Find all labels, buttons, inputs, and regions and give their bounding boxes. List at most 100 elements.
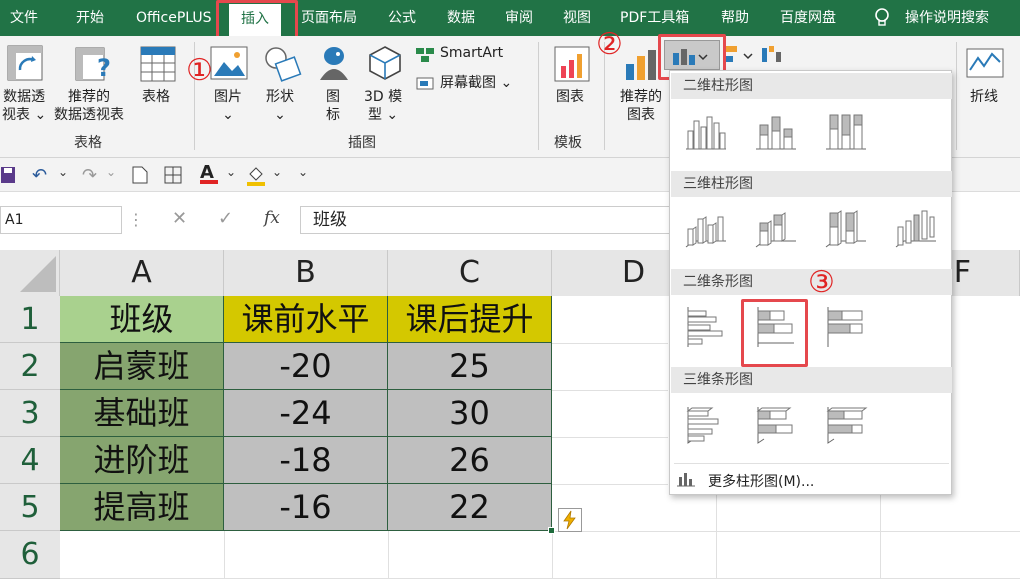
cell-a1[interactable]: 班级 — [60, 296, 224, 343]
tab-pdf-toolbox[interactable]: PDF工具箱 — [620, 0, 689, 36]
tab-page-layout[interactable]: 页面布局 — [301, 0, 357, 36]
chevron-down-icon[interactable]: ⌄ — [106, 165, 116, 179]
gridline — [552, 390, 668, 391]
select-all-corner[interactable] — [0, 250, 60, 296]
tab-review[interactable]: 审阅 — [505, 0, 533, 36]
cell-b5[interactable]: -16 — [224, 484, 388, 531]
3d-100-stacked-column-icon[interactable] — [824, 207, 868, 255]
cell-a3[interactable]: 基础班 — [60, 390, 224, 437]
row-header-2[interactable]: 2 — [0, 343, 60, 390]
tab-formulas[interactable]: 公式 — [388, 0, 416, 36]
more-column-charts-link[interactable]: 更多柱形图(M)... — [708, 471, 814, 491]
row-header-5[interactable]: 5 — [0, 484, 60, 531]
3d-clustered-column-icon[interactable] — [684, 207, 728, 255]
new-document-icon[interactable] — [132, 166, 148, 188]
screenshot-button[interactable]: 屏幕截图 ⌄ — [440, 74, 512, 92]
pictures-button[interactable]: 图片 ⌄ — [214, 88, 242, 124]
column-header-a[interactable]: A — [60, 250, 224, 296]
gridline — [716, 495, 717, 579]
undo-icon[interactable]: ↶ — [32, 165, 47, 186]
icons-button[interactable]: 图标 — [326, 88, 340, 124]
tab-view[interactable]: 视图 — [563, 0, 591, 36]
insert-function-icon[interactable]: fx — [264, 208, 280, 228]
cancel-icon[interactable]: ✕ — [172, 208, 187, 229]
enter-icon[interactable]: ✓ — [218, 208, 233, 229]
clustered-bar-icon[interactable] — [684, 305, 728, 353]
row-header-3[interactable]: 3 — [0, 390, 60, 437]
cell-a2[interactable]: 启蒙班 — [60, 343, 224, 390]
recommended-pivot-button[interactable]: 推荐的 数据透视表 — [54, 88, 124, 124]
tab-officeplus[interactable]: OfficePLUS — [136, 0, 212, 36]
cell-b1[interactable]: 课前水平 — [224, 296, 388, 343]
section-2d-column: 二维柱形图 — [671, 73, 952, 99]
quick-analysis-icon[interactable] — [558, 508, 582, 532]
fill-color-icon[interactable] — [246, 164, 266, 190]
chevron-down-icon[interactable]: ⌄ — [226, 165, 236, 179]
cell-c4[interactable]: 26 — [388, 437, 552, 484]
3d-stacked-bar-icon[interactable] — [754, 403, 798, 451]
more-charts-icon — [676, 471, 696, 491]
pivot-table-icon — [6, 44, 44, 86]
chart-template-button[interactable]: 图表 — [556, 88, 584, 106]
3d-100-stacked-bar-icon[interactable] — [824, 403, 868, 451]
name-box[interactable]: A1 — [0, 206, 122, 234]
gridline — [224, 531, 225, 579]
annotation-step-1: ① — [186, 53, 213, 88]
shapes-button[interactable]: 形状 ⌄ — [266, 88, 294, 124]
cell-c1[interactable]: 课后提升 — [388, 296, 552, 343]
cell-c2[interactable]: 25 — [388, 343, 552, 390]
tab-help[interactable]: 帮助 — [721, 0, 749, 36]
3d-stacked-column-icon[interactable] — [754, 207, 798, 255]
bar-chart-icon[interactable] — [722, 44, 756, 70]
100-stacked-bar-icon[interactable] — [824, 305, 868, 353]
borders-icon[interactable] — [164, 166, 182, 188]
stacked-column-icon[interactable] — [754, 109, 798, 157]
gridline — [388, 531, 389, 579]
chevron-down-icon[interactable]: ⌄ — [272, 165, 282, 179]
cell-b4[interactable]: -18 — [224, 437, 388, 484]
customize-qat-icon[interactable]: ⌄ — [298, 165, 308, 179]
formula-input[interactable]: 班级 — [300, 206, 670, 234]
recommended-charts-button[interactable]: 推荐的 图表 — [620, 88, 662, 124]
section-3d-column: 三维柱形图 — [671, 171, 952, 197]
row-header-6[interactable]: 6 — [0, 531, 60, 579]
100-stacked-column-icon[interactable] — [824, 109, 868, 157]
row-header-4[interactable]: 4 — [0, 437, 60, 484]
annotation-step-3: ③ — [808, 265, 835, 300]
3d-model-button[interactable]: 3D 模型 ⌄ — [364, 88, 402, 124]
tab-home[interactable]: 开始 — [76, 0, 104, 36]
cell-c3[interactable]: 30 — [388, 390, 552, 437]
row-header-1[interactable]: 1 — [0, 296, 60, 343]
fill-handle[interactable] — [548, 527, 555, 534]
group-label-illustrations: 插图 — [348, 135, 376, 151]
tab-file[interactable]: 文件 — [10, 0, 38, 36]
more-options-icon: ⋮ — [128, 210, 144, 229]
3d-column-icon[interactable] — [894, 207, 938, 255]
waterfall-chart-icon[interactable] — [760, 44, 794, 70]
3d-clustered-bar-icon[interactable] — [684, 403, 728, 451]
screenshot-icon — [416, 76, 436, 95]
recommended-pivot-icon: ? — [74, 44, 114, 88]
cell-c5[interactable]: 22 — [388, 484, 552, 531]
gridline — [552, 437, 668, 438]
column-header-c[interactable]: C — [388, 250, 552, 296]
tab-data[interactable]: 数据 — [447, 0, 475, 36]
font-color-icon[interactable]: A — [200, 162, 218, 184]
group-label-tables: 表格 — [74, 135, 102, 151]
smartart-button[interactable]: SmartArt — [440, 44, 503, 62]
chevron-down-icon[interactable]: ⌄ — [58, 165, 68, 179]
save-icon[interactable] — [0, 166, 18, 188]
line-sparkline-button[interactable]: 折线 — [970, 88, 998, 106]
cell-b3[interactable]: -24 — [224, 390, 388, 437]
gridline — [552, 343, 668, 344]
cell-a5[interactable]: 提高班 — [60, 484, 224, 531]
table-button[interactable]: 表格 — [142, 88, 170, 106]
clustered-column-icon[interactable] — [684, 109, 728, 157]
cell-b2[interactable]: -20 — [224, 343, 388, 390]
tell-me-search[interactable]: 操作说明搜索 — [905, 0, 989, 36]
pivot-table-button[interactable]: 数据透 视表 ⌄ — [2, 88, 46, 124]
tab-baidu-netdisk[interactable]: 百度网盘 — [780, 0, 836, 36]
column-header-b[interactable]: B — [224, 250, 388, 296]
cell-a4[interactable]: 进阶班 — [60, 437, 224, 484]
redo-icon[interactable]: ↷ — [82, 165, 97, 186]
